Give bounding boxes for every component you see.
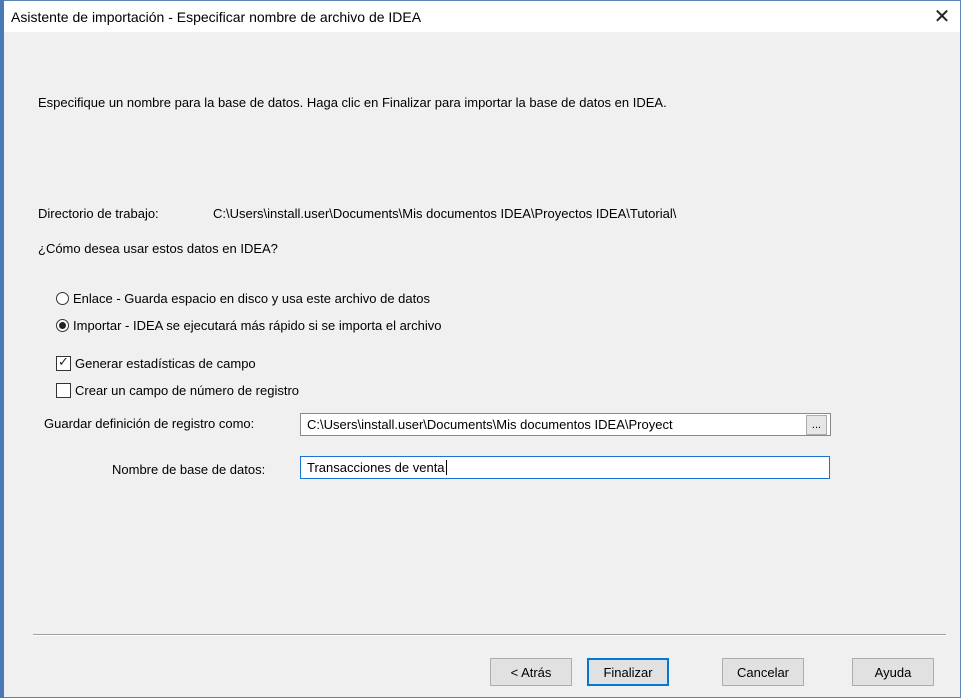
radio-link-label: Enlace - Guarda espacio en disco y usa e… (73, 291, 430, 306)
save-definition-label: Guardar definición de registro como: (44, 416, 255, 431)
back-button[interactable]: < Atrás (490, 658, 572, 686)
database-name-input[interactable]: Transacciones de venta (300, 456, 830, 479)
window-left-edge (0, 0, 4, 698)
separator-highlight (33, 635, 946, 636)
radio-import-label: Importar - IDEA se ejecutará más rápido … (73, 318, 442, 333)
database-name-label: Nombre de base de datos: (112, 462, 266, 477)
checkbox-box[interactable] (56, 383, 71, 398)
check-icon: ✓ (58, 354, 69, 369)
help-button[interactable]: Ayuda (852, 658, 934, 686)
checkbox-generate-stats[interactable]: ✓ Generar estadísticas de campo (56, 354, 256, 371)
radio-selected-dot (59, 322, 66, 329)
checkbox-record-number[interactable]: Crear un campo de número de registro (56, 383, 299, 398)
title-bar[interactable]: Asistente de importación - Especificar n… (1, 1, 960, 32)
radio-link-option[interactable]: Enlace - Guarda espacio en disco y usa e… (56, 291, 430, 306)
instructions-text: Especifique un nombre para la base de da… (38, 95, 667, 110)
radio-circle[interactable] (56, 319, 69, 332)
checkbox-stats-label: Generar estadísticas de campo (75, 356, 256, 371)
radio-import-option[interactable]: Importar - IDEA se ejecutará más rápido … (56, 318, 441, 333)
checkbox-record-label: Crear un campo de número de registro (75, 383, 300, 398)
window-title: Asistente de importación - Especificar n… (11, 9, 422, 25)
database-name-value: Transacciones de venta (307, 460, 445, 475)
working-dir-label: Directorio de trabajo: (38, 206, 159, 221)
checkbox-box[interactable]: ✓ (56, 354, 71, 371)
text-caret (445, 460, 447, 475)
browse-button[interactable]: ... (806, 415, 827, 435)
usage-question: ¿Cómo desea usar estos datos en IDEA? (38, 241, 278, 256)
radio-circle[interactable] (56, 292, 69, 305)
cancel-button[interactable]: Cancelar (722, 658, 804, 686)
import-wizard-window: Asistente de importación - Especificar n… (0, 0, 961, 698)
working-dir-value: C:\Users\install.user\Documents\Mis docu… (213, 206, 677, 221)
close-icon[interactable]: ✕ (924, 1, 960, 32)
finish-button[interactable]: Finalizar (587, 658, 669, 686)
save-definition-value: C:\Users\install.user\Documents\Mis docu… (307, 417, 673, 432)
save-definition-field[interactable]: C:\Users\install.user\Documents\Mis docu… (300, 413, 831, 436)
